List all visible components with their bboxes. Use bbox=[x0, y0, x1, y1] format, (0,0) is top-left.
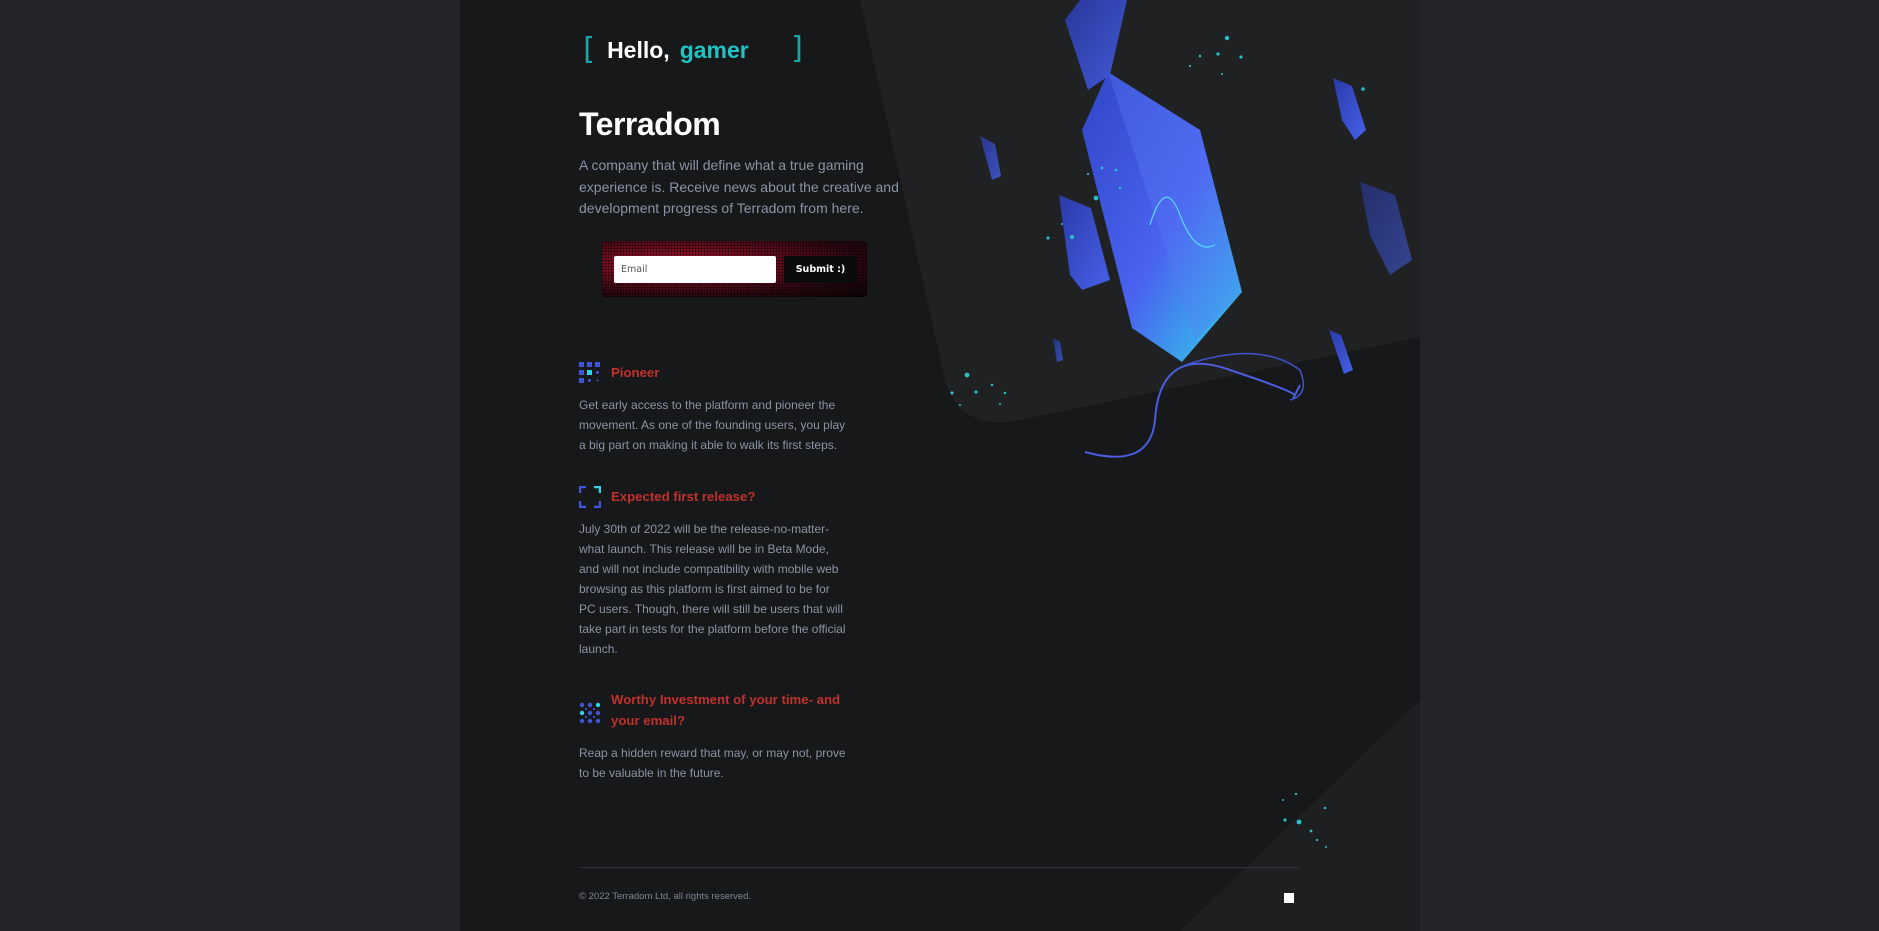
landing-page: [ Hello, gamer ] Terradom A company that… bbox=[460, 0, 1420, 931]
footer-divider bbox=[579, 867, 1299, 868]
greeting: [ Hello, gamer ] bbox=[579, 32, 807, 68]
email-signup-form: Submit :) bbox=[602, 241, 867, 297]
close-bracket: ] bbox=[789, 31, 808, 66]
greeting-name: gamer bbox=[679, 36, 749, 63]
submit-button[interactable]: Submit :) bbox=[784, 256, 857, 283]
greeting-hello: Hello, bbox=[607, 36, 670, 63]
feature-heading: Expected first release? bbox=[611, 489, 756, 504]
intro-text: A company that will define what a true g… bbox=[579, 157, 899, 216]
dot-matrix-icon bbox=[579, 702, 601, 724]
page-title: Terradom bbox=[579, 106, 721, 142]
feature-heading: Pioneer bbox=[611, 365, 660, 380]
open-bracket: [ bbox=[579, 32, 598, 67]
footer-square-button[interactable] bbox=[1284, 893, 1294, 903]
grid-dots-icon bbox=[579, 362, 600, 383]
focus-frame-icon bbox=[579, 486, 601, 508]
feature-body: Reap a hidden reward that may, or may no… bbox=[579, 746, 846, 780]
email-field[interactable] bbox=[614, 256, 776, 283]
feature-heading: Worthy Investment of your time- and your… bbox=[611, 692, 841, 728]
feature-body: July 30th of 2022 will be the release-no… bbox=[579, 522, 846, 656]
feature-body: Get early access to the platform and pio… bbox=[579, 398, 846, 452]
copyright-text: © 2022 Terradom Ltd, all rights reserved… bbox=[579, 891, 752, 902]
